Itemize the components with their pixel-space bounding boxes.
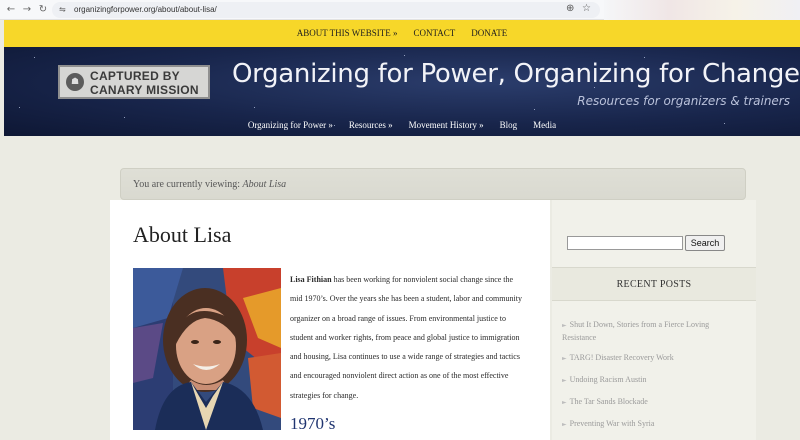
canary-mission-badge: ☗ CAPTURED BY CANARY MISSION	[58, 65, 210, 99]
site-info-icon[interactable]: ⇋	[59, 2, 66, 18]
nav-about-website[interactable]: ABOUT THIS WEBSITE »	[297, 20, 398, 47]
top-navigation: ABOUT THIS WEBSITE » CONTACT DONATE	[4, 20, 800, 47]
nav-organizing-for-power[interactable]: Organizing for Power »	[248, 120, 333, 130]
breadcrumb: You are currently viewing: About Lisa	[120, 168, 746, 200]
post-title[interactable]: TARG! Disaster Recovery Work	[570, 353, 674, 362]
bio-name: Lisa Fithian	[290, 275, 332, 284]
bio-text: has been working for nonviolent social c…	[290, 275, 522, 400]
section-heading-1970s: 1970’s	[290, 414, 336, 433]
arrow-icon: ►	[562, 355, 567, 362]
bio-paragraph: Lisa Fithian has been working for nonvio…	[290, 270, 526, 405]
arrow-icon: ►	[562, 377, 567, 384]
badge-line-2: CANARY MISSION	[90, 83, 199, 97]
recent-post-link[interactable]: ► TARG! Disaster Recovery Work	[562, 352, 742, 365]
post-title[interactable]: Shut It Down, Stories from a Fierce Lovi…	[562, 320, 709, 342]
post-title[interactable]: Preventing War with Syria	[570, 419, 655, 428]
main-navigation: Organizing for Power » Resources » Movem…	[4, 115, 800, 133]
arrow-icon: ►	[562, 421, 567, 428]
nav-contact[interactable]: CONTACT	[413, 20, 455, 47]
sidebar: Search RECENT POSTS ► Shut It Down, Stori…	[552, 200, 756, 440]
portrait-photo	[133, 268, 281, 430]
reload-icon[interactable]: ↻	[36, 3, 50, 17]
nav-movement-history[interactable]: Movement History »	[409, 120, 484, 130]
nav-donate[interactable]: DONATE	[471, 20, 507, 47]
breadcrumb-prefix: You are currently viewing:	[133, 179, 241, 190]
recent-post-link[interactable]: ► Preventing War with Syria	[562, 418, 742, 431]
nav-blog[interactable]: Blog	[500, 120, 518, 130]
canary-logo-icon: ☗	[66, 73, 84, 91]
recent-post-link[interactable]: ► The Tar Sands Blockade	[562, 396, 742, 409]
url-text: organizingforpower.org/about/about-lisa/	[74, 5, 217, 14]
search-button[interactable]: Search	[685, 235, 725, 251]
recent-post-link[interactable]: ► Undoing Racism Austin	[562, 374, 742, 387]
blurred-toolbar-area	[604, 0, 800, 20]
address-bar[interactable]: ⇋ organizingforpower.org/about/about-lis…	[52, 2, 600, 18]
recent-posts-title: RECENT POSTS	[616, 279, 692, 290]
arrow-icon: ►	[562, 322, 567, 329]
recent-posts-header: RECENT POSTS	[552, 267, 756, 301]
post-title[interactable]: Undoing Racism Austin	[570, 375, 647, 384]
zoom-icon[interactable]: ⊕	[566, 3, 574, 14]
site-title[interactable]: Organizing for Power, Organizing for Cha…	[232, 59, 800, 89]
badge-text: CAPTURED BY CANARY MISSION	[90, 69, 199, 97]
main-content: About Lisa Lisa Fithian has been working…	[110, 200, 550, 440]
site-tagline: Resources for organizers & trainers	[577, 94, 790, 108]
recent-post-link[interactable]: ► Shut It Down, Stories from a Fierce Lov…	[562, 319, 742, 343]
post-title[interactable]: The Tar Sands Blockade	[570, 397, 648, 406]
page-title: About Lisa	[133, 222, 232, 247]
back-icon[interactable]: ←	[4, 3, 18, 17]
search-input[interactable]	[567, 236, 683, 250]
bookmark-star-icon[interactable]: ☆	[582, 3, 591, 14]
breadcrumb-current: About Lisa	[242, 179, 287, 190]
site-header-banner: ☗ CAPTURED BY CANARY MISSION Organizing …	[4, 47, 800, 136]
forward-icon[interactable]: →	[20, 3, 34, 17]
badge-line-1: CAPTURED BY	[90, 69, 180, 83]
nav-resources[interactable]: Resources »	[349, 120, 393, 130]
arrow-icon: ►	[562, 399, 567, 406]
nav-media[interactable]: Media	[533, 120, 556, 130]
browser-toolbar: ← → ↻ ⇋ organizingforpower.org/about/abo…	[0, 0, 800, 20]
